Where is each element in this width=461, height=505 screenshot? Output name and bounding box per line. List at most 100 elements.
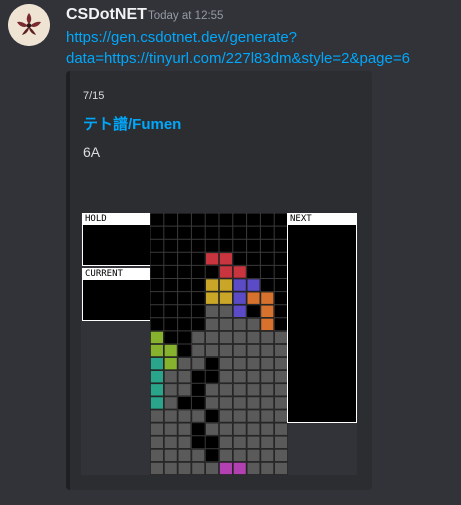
- piece-cell-Z: [205, 252, 219, 266]
- garbage-cell: [205, 396, 219, 410]
- garbage-cell: [246, 422, 261, 436]
- piece-cell-T: [233, 462, 247, 475]
- garbage-cell: [219, 344, 233, 357]
- garbage-cell: [274, 435, 288, 449]
- garbage-cell: [205, 344, 219, 357]
- piece-cell-I: [150, 357, 164, 371]
- garbage-cell: [246, 409, 261, 423]
- garbage-cell: [205, 462, 219, 475]
- garbage-cell: [246, 435, 261, 449]
- embed-description: 6A: [83, 144, 101, 160]
- garbage-cell: [260, 331, 275, 344]
- hold-panel: HOLD: [82, 213, 151, 266]
- garbage-cell: [260, 344, 275, 357]
- garbage-cell: [233, 344, 247, 357]
- garbage-cell: [164, 462, 178, 475]
- piece-cell-I: [150, 396, 164, 410]
- garbage-cell: [191, 331, 206, 344]
- garbage-cell: [233, 435, 247, 449]
- garbage-cell: [260, 449, 275, 462]
- garbage-cell: [219, 370, 233, 384]
- avatar[interactable]: [8, 4, 50, 46]
- embed-title[interactable]: テト譜/Fumen: [83, 113, 181, 134]
- fumen-image[interactable]: HOLD CURRENT NEXT: [81, 213, 357, 475]
- garbage-cell: [274, 396, 288, 410]
- garbage-cell: [260, 409, 275, 423]
- next-panel: NEXT: [287, 213, 357, 423]
- piece-cell-T: [219, 462, 233, 475]
- piece-cell-O: [219, 291, 233, 305]
- garbage-cell: [219, 449, 233, 462]
- piece-cell-O: [205, 291, 219, 305]
- message-link[interactable]: https://gen.csdotnet.dev/generate? data=…: [66, 27, 456, 69]
- next-label: NEXT: [288, 214, 356, 225]
- garbage-cell: [177, 435, 192, 449]
- garbage-cell: [164, 396, 178, 410]
- garbage-cell: [260, 370, 275, 384]
- garbage-cell: [205, 318, 219, 331]
- garbage-cell: [233, 357, 247, 371]
- garbage-cell: [233, 396, 247, 410]
- garbage-cell: [191, 462, 206, 475]
- piece-cell-I: [150, 370, 164, 384]
- garbage-cell: [219, 409, 233, 423]
- garbage-cell: [233, 422, 247, 436]
- garbage-cell: [219, 318, 233, 331]
- garbage-cell: [274, 370, 288, 384]
- garbage-cell: [177, 449, 192, 462]
- link-line-1[interactable]: https://gen.csdotnet.dev/generate?: [66, 27, 456, 48]
- garbage-cell: [164, 370, 178, 384]
- garbage-cell: [164, 383, 178, 397]
- garbage-cell: [246, 449, 261, 462]
- piece-cell-S: [150, 331, 164, 344]
- piece-cell-L: [260, 291, 275, 305]
- garbage-cell: [246, 370, 261, 384]
- piece-cell-L: [246, 291, 261, 305]
- flower-logo-icon: [8, 4, 50, 46]
- garbage-cell: [177, 370, 192, 384]
- garbage-cell: [191, 449, 206, 462]
- garbage-cell: [177, 383, 192, 397]
- piece-cell-J: [233, 278, 247, 292]
- piece-cell-Z: [219, 265, 233, 279]
- piece-cell-Z: [219, 252, 233, 266]
- garbage-cell: [274, 422, 288, 436]
- garbage-cell: [274, 344, 288, 357]
- piece-cell-J: [233, 304, 247, 318]
- garbage-cell: [205, 331, 219, 344]
- link-line-2[interactable]: data=https://tinyurl.com/227l83dm&style=…: [66, 48, 456, 69]
- garbage-cell: [233, 409, 247, 423]
- garbage-cell: [219, 396, 233, 410]
- garbage-cell: [246, 318, 261, 331]
- garbage-cell: [274, 383, 288, 397]
- embed-counter: 7/15: [83, 90, 105, 102]
- garbage-cell: [205, 304, 219, 318]
- garbage-cell: [177, 422, 192, 436]
- garbage-cell: [150, 409, 164, 423]
- piece-cell-O: [205, 278, 219, 292]
- piece-cell-L: [260, 304, 275, 318]
- garbage-cell: [150, 435, 164, 449]
- garbage-cell: [205, 383, 219, 397]
- garbage-cell: [219, 357, 233, 371]
- username[interactable]: CSDotNET: [66, 6, 147, 24]
- garbage-cell: [205, 422, 219, 436]
- timestamp: Today at 12:55: [148, 10, 224, 22]
- garbage-cell: [191, 357, 206, 371]
- piece-cell-L: [260, 318, 275, 331]
- garbage-cell: [246, 357, 261, 371]
- garbage-cell: [177, 357, 192, 371]
- garbage-cell: [233, 370, 247, 384]
- garbage-cell: [246, 344, 261, 357]
- garbage-cell: [260, 396, 275, 410]
- garbage-cell: [219, 304, 233, 318]
- garbage-cell: [191, 409, 206, 423]
- garbage-cell: [191, 344, 206, 357]
- board-grid: [150, 213, 288, 475]
- garbage-cell: [150, 449, 164, 462]
- garbage-cell: [164, 449, 178, 462]
- hold-label: HOLD: [83, 214, 150, 225]
- garbage-cell: [219, 422, 233, 436]
- garbage-cell: [150, 462, 164, 475]
- garbage-cell: [233, 449, 247, 462]
